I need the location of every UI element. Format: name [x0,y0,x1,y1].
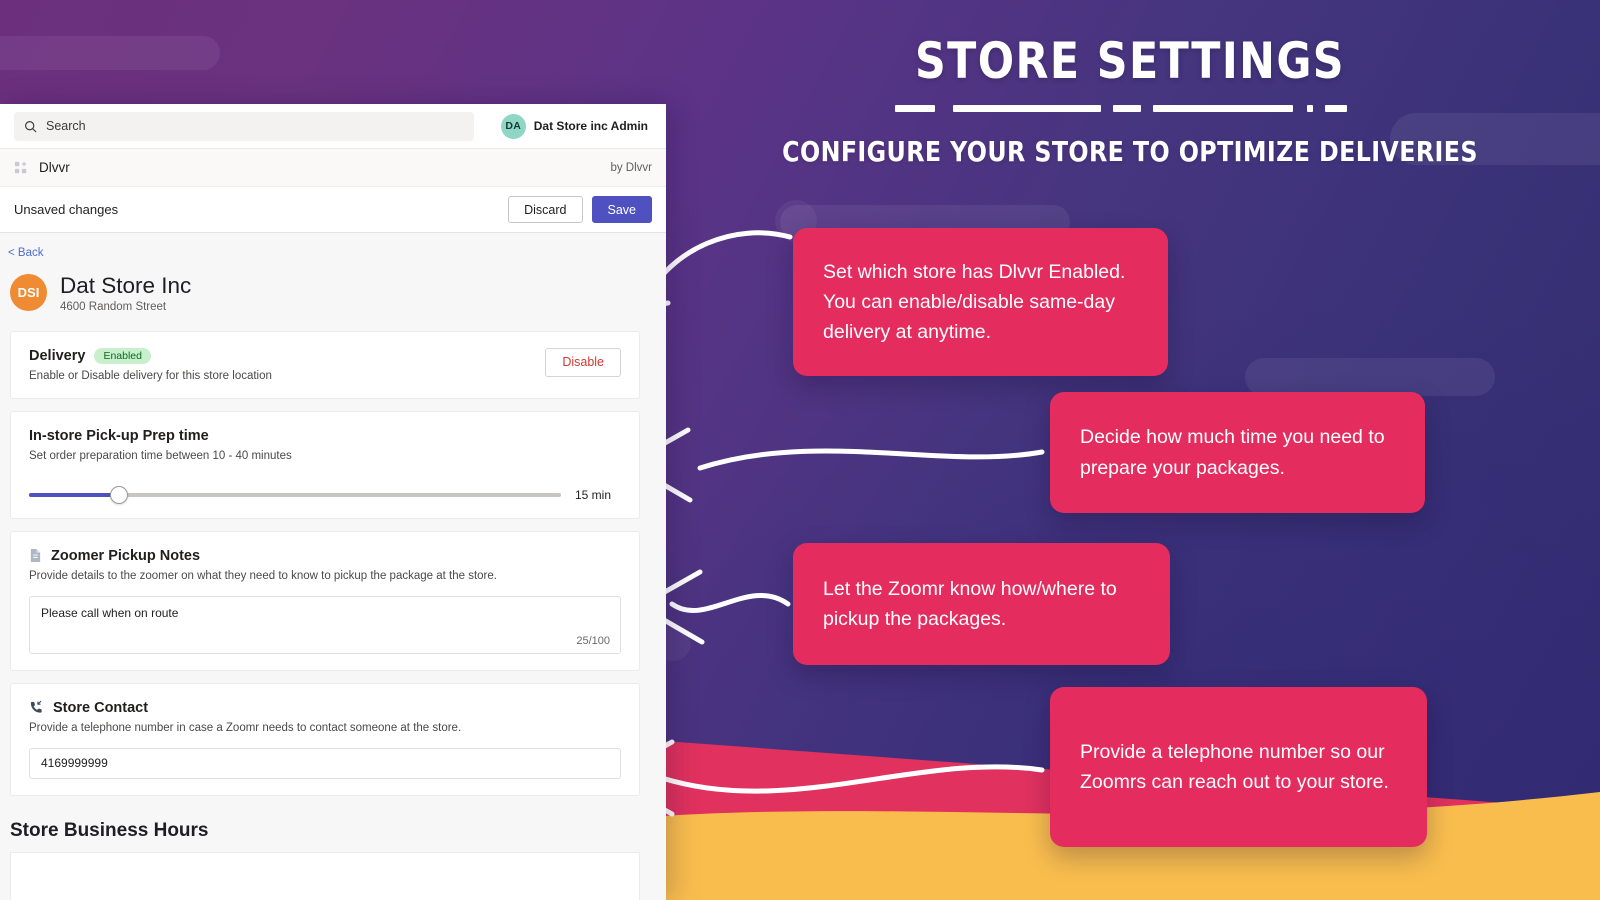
store-address: 4600 Random Street [60,300,167,313]
business-hours-card [10,851,640,900]
callout-pickup-notes: Let the Zoomr know how/where to pickup t… [793,543,1170,665]
delivery-card: Delivery Enabled Enable or Disable deliv… [10,330,640,399]
callout-text: Decide how much time you need to prepare… [1080,426,1385,479]
document-icon [30,549,41,563]
delivery-title-row: Delivery Enabled [29,347,272,364]
prep-time-value: 15 min [575,487,612,502]
prep-time-subtitle: Set order preparation time between 10 - … [29,449,292,462]
prep-time-title: In-store Pick-up Prep time [29,427,209,444]
store-contact-card: Store Contact Provide a telephone number… [10,682,640,796]
callout-text: Set which store has Dlvvr Enabled. You c… [823,260,1126,344]
back-link[interactable]: < Back [0,233,666,259]
app-bar: Dlvvr by Dlvvr [0,149,666,187]
callout-text: Let the Zoomr know how/where to pickup t… [823,577,1117,630]
status-badge: Enabled [94,347,151,364]
promo-headline: STORE SETTINGS [914,32,1346,90]
store-avatar: DSI [10,274,47,312]
prep-time-card: In-store Pick-up Prep time Set order pre… [10,410,640,519]
store-contact-title: Store Contact [53,699,149,716]
page-title: Dat Store Inc [60,273,192,298]
delivery-card-text: Delivery Enabled Enable or Disable deliv… [29,347,272,382]
phone-incoming-icon [30,701,42,714]
store-contact-title-row: Store Contact [29,700,621,716]
delivery-card-row: Delivery Enabled Enable or Disable deliv… [29,347,621,382]
callout-prep-time: Decide how much time you need to prepare… [1050,392,1425,513]
store-identity: Dat Store Inc 4600 Random Street [60,273,191,313]
store-contact-phone-input[interactable]: 4169999999 [29,747,621,779]
business-hours-heading: Store Business Hours [10,819,209,841]
app-window: Search DA Dat Store inc Admin Dlvvr by D… [0,104,666,900]
search-icon [25,120,37,132]
store-contact-phone-value: 4169999999 [41,756,108,771]
prep-time-slider-row: 15 min [29,485,621,504]
search-input[interactable]: Search [14,111,474,141]
character-counter: 25/100 [576,634,610,647]
store-header: DSI Dat Store Inc 4600 Random Street [0,259,666,331]
delivery-title: Delivery [29,347,86,364]
discard-button[interactable]: Discard [508,196,583,223]
prep-time-slider[interactable] [29,485,561,504]
callout-delivery-toggle: Set which store has Dlvvr Enabled. You c… [793,228,1168,376]
slider-thumb[interactable] [110,485,129,504]
avatar: DA [500,113,526,139]
user-name: Dat Store inc Admin [533,119,648,133]
app-publisher: by Dlvvr [610,161,652,174]
decorative-pill [0,36,220,70]
pickup-notes-card: Zoomer Pickup Notes Provide details to t… [10,530,640,671]
pickup-notes-textarea[interactable]: Please call when on route 25/100 [29,595,621,654]
search-placeholder: Search [46,119,86,133]
app-grid-icon [14,161,27,173]
user-menu[interactable]: DA Dat Store inc Admin [500,113,652,139]
callout-text: Provide a telephone number so our Zoomrs… [1080,740,1389,793]
settings-scroll-area: < Back DSI Dat Store Inc 4600 Random Str… [0,233,666,900]
pickup-notes-value: Please call when on route [41,605,179,620]
disable-delivery-button[interactable]: Disable [545,347,621,377]
unsaved-changes-message: Unsaved changes [14,202,119,217]
top-bar: Search DA Dat Store inc Admin [0,104,666,149]
decorative-pill [1245,358,1495,396]
promo-subheadline: CONFIGURE YOUR STORE TO OPTIMIZE DELIVER… [782,136,1478,168]
dashed-divider [895,105,1365,112]
pickup-notes-subtitle: Provide details to the zoomer on what th… [29,569,497,582]
save-button[interactable]: Save [591,196,652,223]
unsaved-changes-bar: Unsaved changes Discard Save [0,187,666,233]
promo-header: STORE SETTINGS CONFIGURE YOUR STORE TO O… [700,36,1560,168]
save-bar-actions: Discard Save [508,196,652,223]
delivery-subtitle: Enable or Disable delivery for this stor… [29,369,272,382]
pickup-notes-title-row: Zoomer Pickup Notes [29,548,621,564]
pickup-notes-title: Zoomer Pickup Notes [51,547,201,564]
callout-store-contact: Provide a telephone number so our Zoomrs… [1050,687,1427,847]
app-title: Dlvvr [39,160,70,175]
slider-fill [29,492,120,497]
store-contact-subtitle: Provide a telephone number in case a Zoo… [29,721,462,734]
